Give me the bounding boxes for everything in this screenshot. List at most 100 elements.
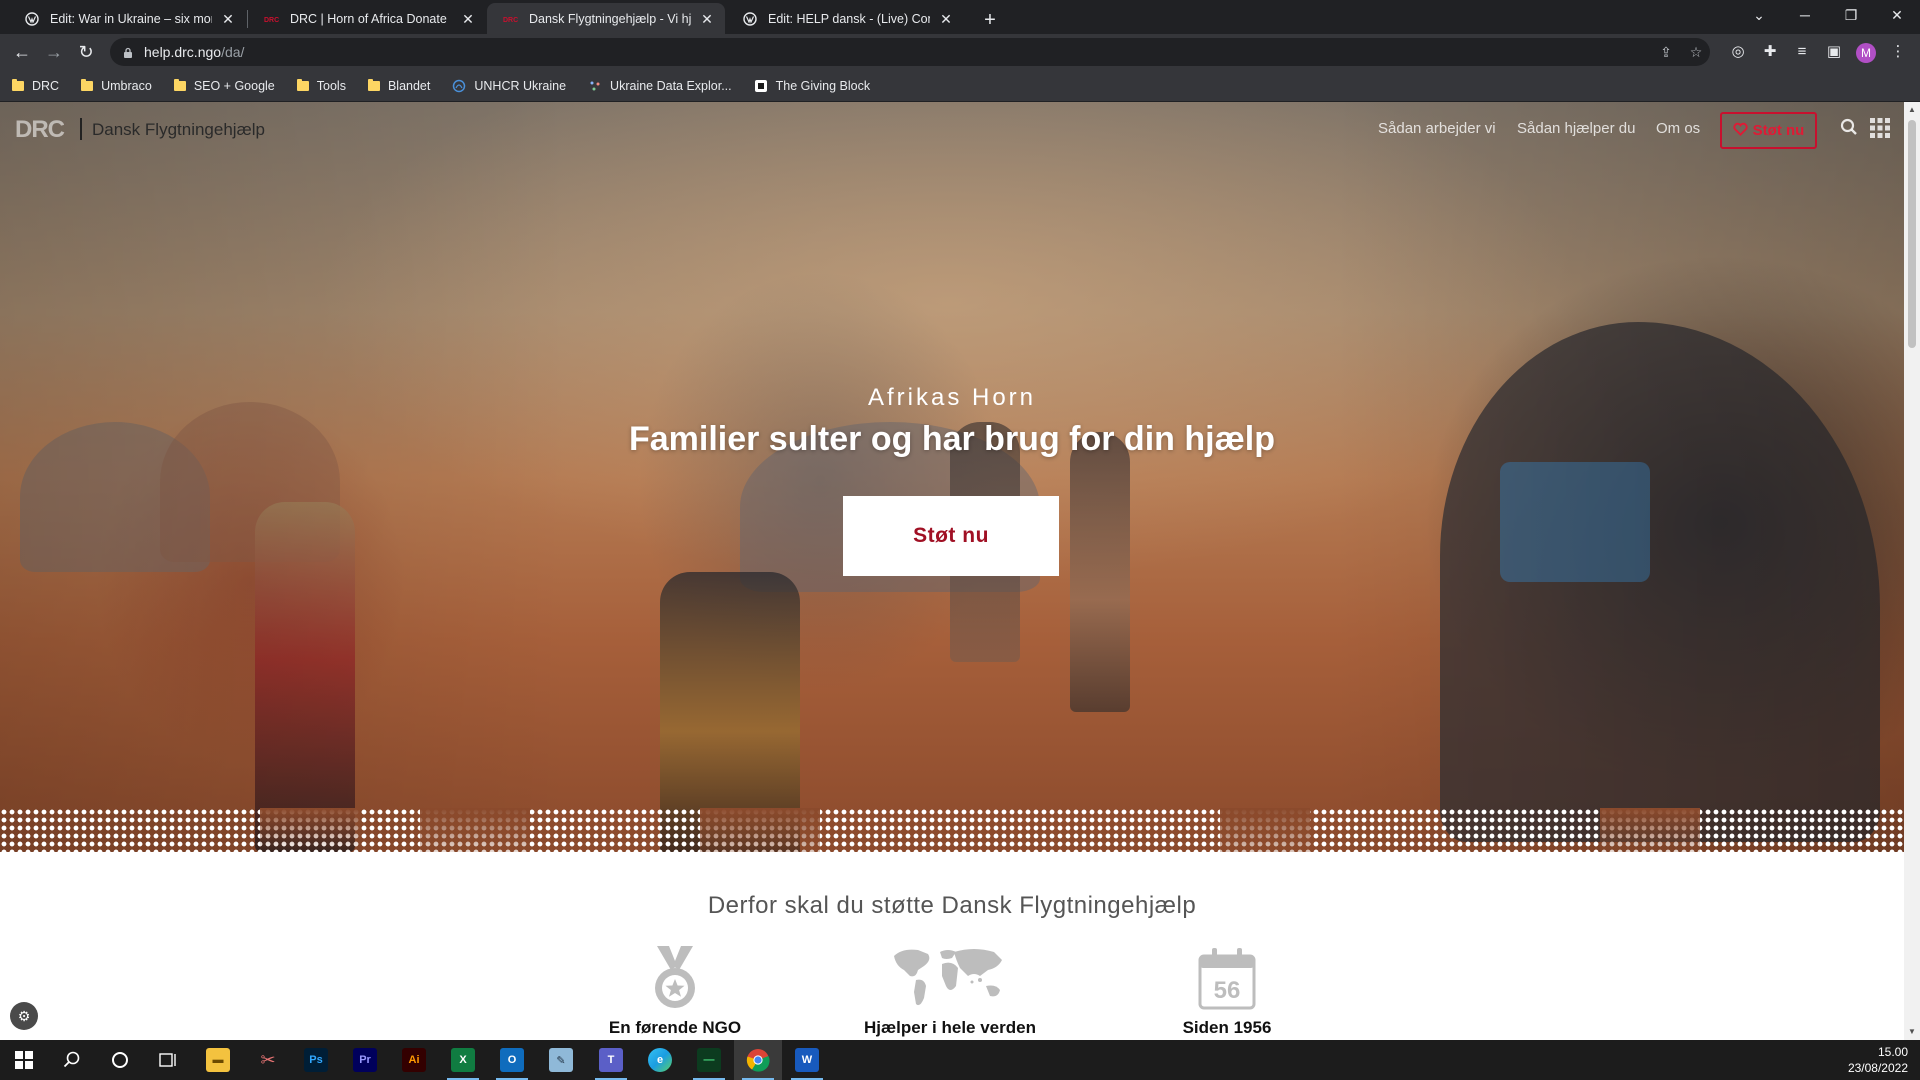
chrome-icon[interactable] — [734, 1040, 782, 1080]
bookmark-folder-blandet[interactable]: Blandet — [367, 78, 431, 93]
donate-button-header[interactable]: Støt nu — [1720, 112, 1817, 149]
bookmark-folder-tools[interactable]: Tools — [296, 78, 346, 93]
accessibility-icon[interactable]: ⚙ — [10, 1002, 38, 1030]
tab-title: Edit: War in Ukraine – six months — [50, 11, 212, 26]
hero-bottom-edge — [0, 852, 1904, 862]
outlook-icon[interactable]: O — [488, 1040, 536, 1080]
hero-headline: Familier sulter og har brug for din hjæl… — [628, 420, 1276, 458]
bookmarks-bar: DRC Umbraco SEO + Google Tools Blandet U… — [0, 70, 1920, 102]
scroll-up-arrow-icon[interactable]: ▲ — [1904, 102, 1920, 118]
hero-eyebrow: Afrikas Horn — [867, 384, 1037, 411]
premiere-icon[interactable]: Pr — [341, 1040, 389, 1080]
terminal-app-icon[interactable]: — — [685, 1040, 733, 1080]
media-queue-icon[interactable]: ≡ — [1788, 38, 1816, 66]
feature-label: Siden 1956 — [1182, 1018, 1272, 1037]
unhcr-icon — [452, 79, 466, 93]
word-icon[interactable]: W — [783, 1040, 831, 1080]
tab-strip: Edit: War in Ukraine – six months ✕ DRC … — [0, 0, 1920, 34]
calendar-number: 56 — [1214, 977, 1241, 1004]
system-clock[interactable]: 15.00 23/08/2022 — [1848, 1044, 1908, 1076]
bookmark-label: The Giving Block — [775, 78, 871, 93]
bookmark-label: Blandet — [387, 78, 431, 93]
search-icon[interactable] — [1840, 118, 1858, 141]
bookmark-folder-drc[interactable]: DRC — [12, 78, 59, 93]
windows-taskbar: ▬ ✂ Ps Pr Ai X O ✎ T e — W 15.00 23/08/2… — [0, 1040, 1920, 1080]
illustrator-icon[interactable]: Ai — [390, 1040, 438, 1080]
forward-arrow-icon[interactable]: → — [40, 38, 68, 66]
profile-avatar[interactable]: M — [1856, 43, 1876, 63]
tab-edit-help-dansk[interactable]: Edit: HELP dansk - (Live) Content ✕ — [726, 3, 964, 34]
bookmark-unhcr-ukraine[interactable]: UNHCR Ukraine — [452, 79, 566, 93]
page-viewport: DRC Dansk Flygtningehjælp Sådan arbejder… — [0, 102, 1904, 1040]
extension-refresh-icon[interactable]: ◎ — [1724, 38, 1752, 66]
url-path: /da/ — [221, 44, 245, 60]
share-icon[interactable]: ⇪ — [1654, 38, 1678, 66]
address-bar[interactable]: help.drc.ngo/da/ — [110, 38, 1710, 66]
bookmark-folder-umbraco[interactable]: Umbraco — [81, 78, 152, 93]
lock-icon — [122, 46, 134, 58]
tab-title: Dansk Flygtningehjælp - Vi hjælp — [529, 11, 691, 26]
tab-dansk-flygtningehjaelp[interactable]: DRC Dansk Flygtningehjælp - Vi hjælp ✕ — [487, 3, 725, 34]
hero-image — [0, 102, 1904, 862]
bookmark-star-icon[interactable]: ☆ — [1684, 38, 1708, 66]
tab-edit-war-in-ukraine[interactable]: Edit: War in Ukraine – six months ✕ — [8, 3, 246, 34]
start-windows-icon[interactable] — [0, 1040, 48, 1080]
window-close-icon[interactable]: ✕ — [1874, 0, 1920, 30]
task-view-icon[interactable] — [144, 1040, 192, 1080]
search-icon[interactable] — [48, 1040, 96, 1080]
bookmark-the-giving-block[interactable]: The Giving Block — [754, 79, 870, 93]
photoshop-icon[interactable]: Ps — [292, 1040, 340, 1080]
scrollbar-thumb[interactable] — [1908, 120, 1916, 348]
feature-leading-ngo: En førende NGO — [545, 940, 805, 1038]
apps-grid-icon[interactable] — [1870, 118, 1890, 143]
tab-drc-horn-of-africa[interactable]: DRC DRC | Horn of Africa Donate ✕ — [248, 3, 486, 34]
donate-label: Støt nu — [1752, 122, 1805, 139]
nav-link-about-us[interactable]: Om os — [1656, 120, 1700, 137]
donate-button-hero[interactable]: Støt nu — [843, 496, 1059, 576]
excel-icon[interactable]: X — [439, 1040, 487, 1080]
feature-label: En førende NGO — [608, 1018, 742, 1037]
person-figure — [1070, 432, 1130, 712]
close-icon[interactable]: ✕ — [699, 11, 715, 27]
data-explorer-icon — [588, 79, 602, 93]
tab-title: DRC | Horn of Africa Donate — [290, 11, 447, 26]
cortana-icon[interactable] — [96, 1040, 144, 1080]
side-panel-icon[interactable]: ▣ — [1820, 38, 1848, 66]
page-scrollbar[interactable]: ▲ ▼ — [1904, 102, 1920, 1040]
folder-icon — [81, 78, 94, 91]
bookmark-label: Umbraco — [101, 78, 152, 93]
new-tab-plus-icon[interactable]: + — [976, 6, 1004, 34]
feature-helping-worldwide: Hjælper i hele verden — [820, 940, 1080, 1038]
drc-logo[interactable]: DRC — [15, 116, 65, 144]
tab-search-chevron-icon[interactable]: ⌄ — [1736, 0, 1782, 30]
edge-icon[interactable]: e — [636, 1040, 684, 1080]
tarp-shape — [1500, 462, 1650, 582]
bookmark-label: SEO + Google — [193, 78, 275, 93]
bookmark-ukraine-data-explorer[interactable]: Ukraine Data Explor... — [588, 79, 732, 93]
close-icon[interactable]: ✕ — [460, 11, 476, 27]
close-icon[interactable]: ✕ — [220, 11, 236, 27]
nav-link-how-you-help[interactable]: Sådan hjælper du — [1517, 120, 1635, 137]
extensions-puzzle-icon[interactable]: ✚ — [1756, 38, 1784, 66]
close-icon[interactable]: ✕ — [938, 11, 954, 27]
bookmark-label: UNHCR Ukraine — [474, 78, 567, 93]
folder-icon — [367, 78, 380, 91]
snipping-tool-icon[interactable]: ✂ — [244, 1040, 292, 1080]
dotted-pattern-gaps — [0, 808, 1904, 852]
nav-link-how-we-work[interactable]: Sådan arbejder vi — [1378, 120, 1496, 137]
reload-icon[interactable]: ↻ — [72, 38, 100, 66]
bookmark-label: Tools — [316, 78, 346, 93]
back-arrow-icon[interactable]: ← — [8, 38, 36, 66]
file-explorer-icon[interactable]: ▬ — [194, 1040, 242, 1080]
logo-divider — [80, 118, 82, 140]
menu-kebab-icon[interactable]: ⋮ — [1884, 38, 1912, 66]
site-name[interactable]: Dansk Flygtningehjælp — [92, 120, 265, 140]
bookmark-folder-seo-google[interactable]: SEO + Google — [173, 78, 275, 93]
drc-icon: DRC — [264, 11, 280, 27]
notepad-icon[interactable]: ✎ — [537, 1040, 585, 1080]
why-section-title: Derfor skal du støtte Dansk Flygtningehj… — [707, 892, 1197, 919]
minimize-icon[interactable]: ─ — [1782, 0, 1828, 30]
teams-icon[interactable]: T — [587, 1040, 635, 1080]
scroll-down-arrow-icon[interactable]: ▼ — [1904, 1024, 1920, 1040]
restore-icon[interactable]: ❐ — [1828, 0, 1874, 30]
